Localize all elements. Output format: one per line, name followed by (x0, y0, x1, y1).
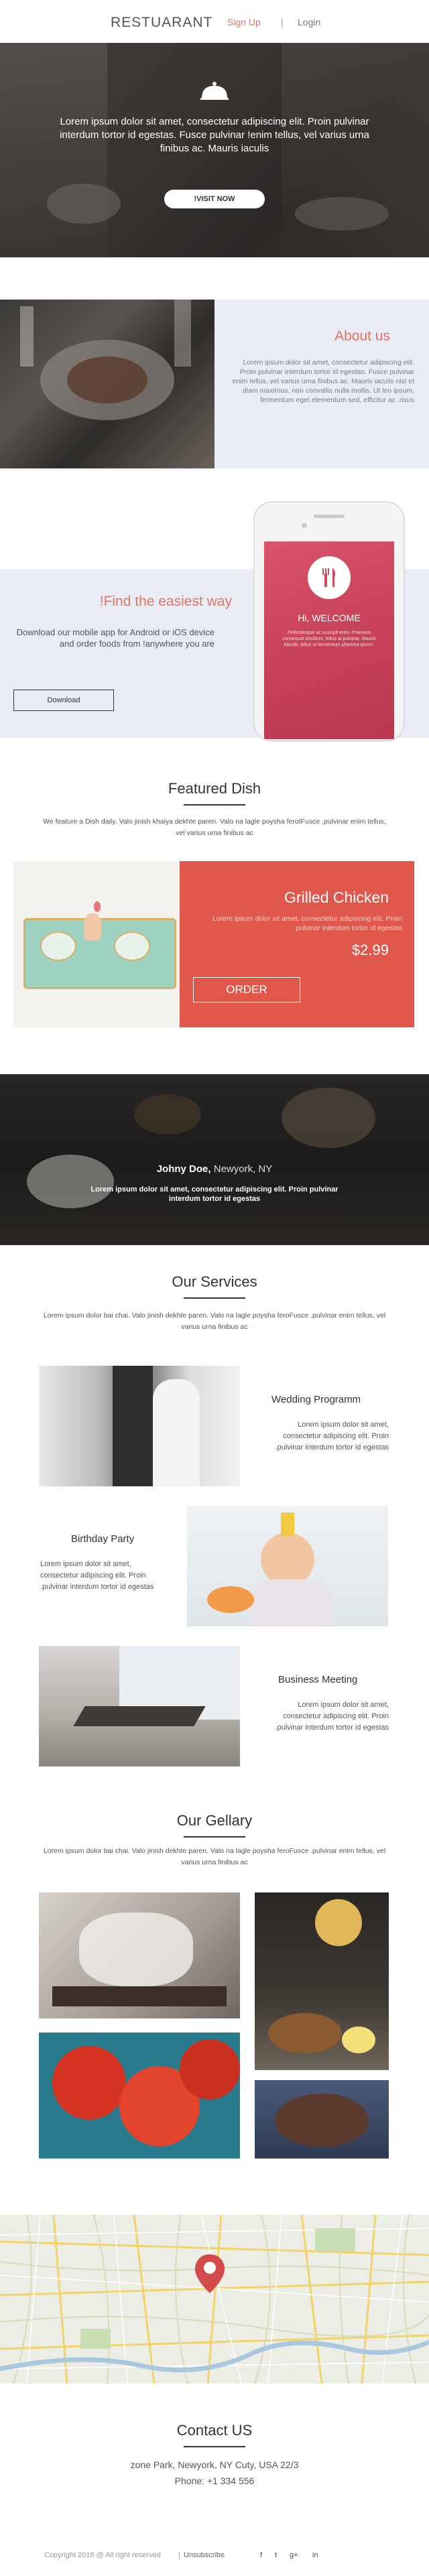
visit-now-button[interactable]: !VISIT NOW (164, 190, 265, 208)
services-underline (184, 1297, 245, 1299)
testimonial-banner (0, 1074, 429, 1245)
fork-knife-icon (322, 568, 336, 587)
featured-underline (184, 804, 245, 806)
app-text: Download our mobile app for Android or i… (16, 627, 214, 649)
footer-copyright: Copyright 2016 @ All right reserved (44, 2551, 161, 2559)
contact-address: zone Park, Newyork, NY Cuty, USA 22/3 (130, 2459, 299, 2470)
meeting-text: Lorem ipsum dolor sit amet, consectetur … (275, 1701, 389, 1732)
gallery-underline (184, 1836, 245, 1838)
dish-name: Grilled Chicken (284, 889, 389, 906)
wedding-title: Wedding Programm (271, 1394, 361, 1405)
wedding-image (39, 1366, 240, 1486)
dish-text: Lorem ipsum dolor sit amet, consectetur … (212, 915, 402, 932)
download-button[interactable]: Download (13, 690, 114, 711)
app-title: !Find the easiest way (99, 594, 232, 609)
contact-title: Contact US (176, 2422, 253, 2439)
hero-text: Lorem ipsum dolor sit amet, consectetur … (60, 116, 369, 154)
meeting-title: Business Meeting (278, 1674, 358, 1685)
phone-text: Pellentesque ac suscipit enim. Praesent … (282, 631, 376, 647)
gallery-image-1 (39, 1892, 240, 2018)
contact-underline (184, 2446, 245, 2447)
testimonial-name: Johny Doe, (156, 1163, 211, 1175)
gallery-image-4 (255, 2080, 389, 2159)
gallery-title: Our Gellary (176, 1812, 253, 1829)
dish-price: $2.99 (351, 942, 389, 958)
map-pin-icon[interactable] (194, 2253, 226, 2295)
about-text: Lorem ipsum dolor sit amet, consectetur … (232, 359, 414, 404)
birthday-image (187, 1506, 388, 1626)
order-button[interactable]: ORDER (193, 977, 300, 1003)
about-title: About us (334, 328, 390, 344)
brand-logo[interactable]: RESTUARANT (111, 15, 212, 31)
featured-intro: We feature a Dish daily. Valo jinish kha… (43, 818, 386, 837)
birthday-title: Birthday Party (71, 1533, 135, 1545)
footer-separator: | (178, 2551, 180, 2559)
gallery-image-2 (255, 1892, 389, 2070)
testimonial-text: Lorem ipsum dolor sit amet, consectetur … (90, 1185, 339, 1203)
phone-welcome: Hi, WELCOME (298, 613, 361, 623)
gallery-intro: Lorem ipsum dolor bai chai. Valo jinish … (43, 1847, 386, 1866)
login-link[interactable]: Login (298, 17, 320, 27)
linkedin-icon[interactable]: in (312, 2551, 318, 2559)
services-intro: Lorem ipsum dolor bai chai. Valo jinish … (43, 1311, 386, 1331)
meeting-image (39, 1646, 240, 1766)
header-separator: | (281, 17, 284, 27)
phone-mockup: Hi, WELCOME Pellentesque ac suscipit eni… (253, 501, 405, 742)
signup-link[interactable]: Sign Up (227, 17, 261, 27)
wedding-text: Lorem ipsum dolor sit amet, consectetur … (275, 1421, 389, 1452)
facebook-icon[interactable]: f (260, 2551, 262, 2559)
services-title: Our Services (172, 1273, 257, 1290)
gallery-image-3 (39, 2033, 240, 2159)
featured-title: Featured Dish (168, 780, 261, 797)
unsubscribe-link[interactable]: Unsubscribe (184, 2551, 225, 2559)
about-image (0, 300, 214, 468)
google-plus-icon[interactable]: g+ (290, 2551, 298, 2559)
cloche-icon (200, 82, 229, 100)
twitter-icon[interactable]: t (275, 2551, 277, 2559)
testimonial-location: Newyork, NY (210, 1163, 273, 1175)
contact-phone: Phone: +1 334 556 (174, 2475, 255, 2486)
location-map[interactable] (0, 2215, 429, 2384)
birthday-text: Lorem ipsum dolor sit amet, consectetur … (40, 1560, 154, 1591)
dish-image (13, 861, 180, 1027)
